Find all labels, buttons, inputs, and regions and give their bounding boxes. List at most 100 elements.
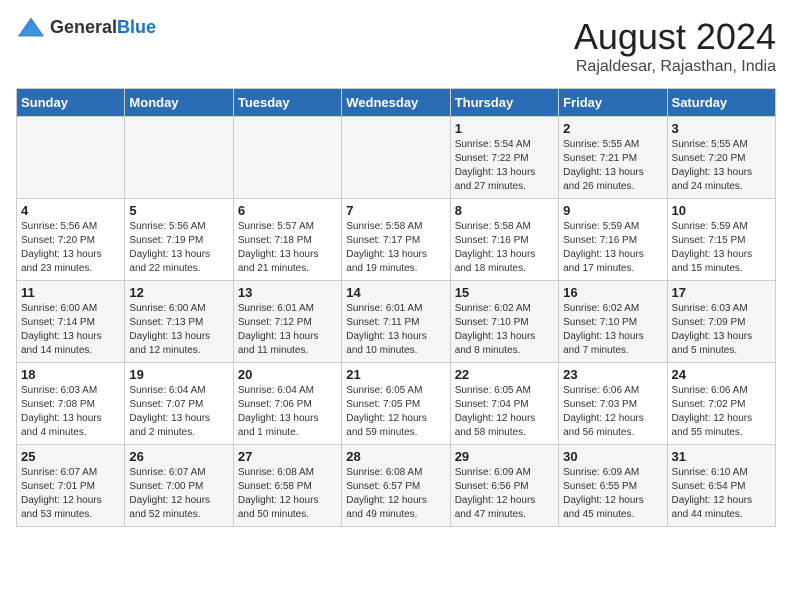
calendar-cell xyxy=(125,117,233,199)
weekday-header: Wednesday xyxy=(342,89,450,117)
day-number: 21 xyxy=(346,367,445,382)
day-number: 7 xyxy=(346,203,445,218)
month-year: August 2024 xyxy=(574,16,776,58)
day-number: 24 xyxy=(672,367,771,382)
day-number: 30 xyxy=(563,449,662,464)
day-number: 31 xyxy=(672,449,771,464)
day-number: 20 xyxy=(238,367,337,382)
day-info: Sunrise: 6:02 AM Sunset: 7:10 PM Dayligh… xyxy=(563,302,662,358)
day-number: 28 xyxy=(346,449,445,464)
day-number: 14 xyxy=(346,285,445,300)
calendar-cell xyxy=(233,117,341,199)
day-number: 16 xyxy=(563,285,662,300)
calendar-cell: 17 Sunrise: 6:03 AM Sunset: 7:09 PM Dayli… xyxy=(667,281,775,363)
day-number: 15 xyxy=(455,285,554,300)
day-info: Sunrise: 5:59 AM Sunset: 7:16 PM Dayligh… xyxy=(563,220,662,276)
day-info: Sunrise: 6:09 AM Sunset: 6:55 PM Dayligh… xyxy=(563,466,662,522)
day-number: 19 xyxy=(129,367,228,382)
logo-icon xyxy=(16,16,46,38)
calendar-cell: 12 Sunrise: 6:00 AM Sunset: 7:13 PM Dayli… xyxy=(125,281,233,363)
day-info: Sunrise: 5:54 AM Sunset: 7:22 PM Dayligh… xyxy=(455,138,554,194)
day-info: Sunrise: 6:01 AM Sunset: 7:11 PM Dayligh… xyxy=(346,302,445,358)
day-number: 29 xyxy=(455,449,554,464)
day-number: 12 xyxy=(129,285,228,300)
weekday-header: Friday xyxy=(559,89,667,117)
day-number: 26 xyxy=(129,449,228,464)
day-info: Sunrise: 6:08 AM Sunset: 6:58 PM Dayligh… xyxy=(238,466,337,522)
logo: GeneralBlue xyxy=(16,16,156,38)
logo-general: General xyxy=(50,17,117,37)
day-info: Sunrise: 6:03 AM Sunset: 7:09 PM Dayligh… xyxy=(672,302,771,358)
day-number: 6 xyxy=(238,203,337,218)
weekday-header: Monday xyxy=(125,89,233,117)
calendar-week-row: 4 Sunrise: 5:56 AM Sunset: 7:20 PM Daylig… xyxy=(17,199,776,281)
day-info: Sunrise: 5:57 AM Sunset: 7:18 PM Dayligh… xyxy=(238,220,337,276)
logo-blue: Blue xyxy=(117,17,156,37)
calendar-cell: 16 Sunrise: 6:02 AM Sunset: 7:10 PM Dayli… xyxy=(559,281,667,363)
day-number: 11 xyxy=(21,285,120,300)
calendar-cell: 27Sunrise: 6:08 AM Sunset: 6:58 PM Dayli… xyxy=(233,445,341,527)
calendar-cell: 29 Sunrise: 6:09 AM Sunset: 6:56 PM Dayli… xyxy=(450,445,558,527)
calendar-cell: 10 Sunrise: 5:59 AM Sunset: 7:15 PM Dayli… xyxy=(667,199,775,281)
calendar-cell: 2 Sunrise: 5:55 AM Sunset: 7:21 PM Daylig… xyxy=(559,117,667,199)
calendar-cell: 21 Sunrise: 6:05 AM Sunset: 7:05 PM Dayli… xyxy=(342,363,450,445)
calendar-cell: 11Sunrise: 6:00 AM Sunset: 7:14 PM Dayli… xyxy=(17,281,125,363)
day-info: Sunrise: 6:04 AM Sunset: 7:06 PM Dayligh… xyxy=(238,384,337,440)
day-number: 8 xyxy=(455,203,554,218)
day-info: Sunrise: 6:06 AM Sunset: 7:02 PM Dayligh… xyxy=(672,384,771,440)
weekday-header: Tuesday xyxy=(233,89,341,117)
day-number: 18 xyxy=(21,367,120,382)
calendar-cell: 19 Sunrise: 6:04 AM Sunset: 7:07 PM Dayli… xyxy=(125,363,233,445)
title-area: August 2024 Rajaldesar, Rajasthan, India xyxy=(574,16,776,76)
day-info: Sunrise: 5:56 AM Sunset: 7:20 PM Dayligh… xyxy=(21,220,120,276)
calendar-cell: 18 Sunrise: 6:03 AM Sunset: 7:08 PM Dayli… xyxy=(17,363,125,445)
day-number: 2 xyxy=(563,121,662,136)
day-info: Sunrise: 6:09 AM Sunset: 6:56 PM Dayligh… xyxy=(455,466,554,522)
day-info: Sunrise: 6:04 AM Sunset: 7:07 PM Dayligh… xyxy=(129,384,228,440)
day-info: Sunrise: 6:08 AM Sunset: 6:57 PM Dayligh… xyxy=(346,466,445,522)
day-number: 22 xyxy=(455,367,554,382)
day-info: Sunrise: 5:55 AM Sunset: 7:21 PM Dayligh… xyxy=(563,138,662,194)
day-number: 23 xyxy=(563,367,662,382)
day-number: 3 xyxy=(672,121,771,136)
calendar-cell: 5 Sunrise: 5:56 AM Sunset: 7:19 PM Daylig… xyxy=(125,199,233,281)
calendar-cell: 25 Sunrise: 6:07 AM Sunset: 7:01 PM Dayli… xyxy=(17,445,125,527)
calendar-week-row: 25 Sunrise: 6:07 AM Sunset: 7:01 PM Dayli… xyxy=(17,445,776,527)
day-info: Sunrise: 5:56 AM Sunset: 7:19 PM Dayligh… xyxy=(129,220,228,276)
calendar-cell: 9 Sunrise: 5:59 AM Sunset: 7:16 PM Daylig… xyxy=(559,199,667,281)
day-info: Sunrise: 6:03 AM Sunset: 7:08 PM Dayligh… xyxy=(21,384,120,440)
calendar-cell: 13 Sunrise: 6:01 AM Sunset: 7:12 PM Dayli… xyxy=(233,281,341,363)
day-info: Sunrise: 5:58 AM Sunset: 7:16 PM Dayligh… xyxy=(455,220,554,276)
weekday-header-row: SundayMondayTuesdayWednesdayThursdayFrid… xyxy=(17,89,776,117)
day-info: Sunrise: 6:01 AM Sunset: 7:12 PM Dayligh… xyxy=(238,302,337,358)
day-number: 25 xyxy=(21,449,120,464)
calendar-cell: 31Sunrise: 6:10 AM Sunset: 6:54 PM Dayli… xyxy=(667,445,775,527)
day-number: 13 xyxy=(238,285,337,300)
day-number: 9 xyxy=(563,203,662,218)
calendar-cell: 15 Sunrise: 6:02 AM Sunset: 7:10 PM Dayli… xyxy=(450,281,558,363)
day-number: 1 xyxy=(455,121,554,136)
day-info: Sunrise: 6:05 AM Sunset: 7:05 PM Dayligh… xyxy=(346,384,445,440)
day-number: 17 xyxy=(672,285,771,300)
calendar-cell: 20 Sunrise: 6:04 AM Sunset: 7:06 PM Dayli… xyxy=(233,363,341,445)
day-info: Sunrise: 6:05 AM Sunset: 7:04 PM Dayligh… xyxy=(455,384,554,440)
day-info: Sunrise: 6:02 AM Sunset: 7:10 PM Dayligh… xyxy=(455,302,554,358)
day-number: 5 xyxy=(129,203,228,218)
calendar-cell: 1 Sunrise: 5:54 AM Sunset: 7:22 PM Daylig… xyxy=(450,117,558,199)
calendar-cell: 30 Sunrise: 6:09 AM Sunset: 6:55 PM Dayli… xyxy=(559,445,667,527)
day-info: Sunrise: 6:07 AM Sunset: 7:00 PM Dayligh… xyxy=(129,466,228,522)
day-info: Sunrise: 6:07 AM Sunset: 7:01 PM Dayligh… xyxy=(21,466,120,522)
day-number: 4 xyxy=(21,203,120,218)
day-info: Sunrise: 5:59 AM Sunset: 7:15 PM Dayligh… xyxy=(672,220,771,276)
calendar-cell: 28 Sunrise: 6:08 AM Sunset: 6:57 PM Dayli… xyxy=(342,445,450,527)
calendar-cell: 22 Sunrise: 6:05 AM Sunset: 7:04 PM Dayli… xyxy=(450,363,558,445)
calendar-cell: 14 Sunrise: 6:01 AM Sunset: 7:11 PM Dayli… xyxy=(342,281,450,363)
calendar-cell xyxy=(17,117,125,199)
day-info: Sunrise: 6:00 AM Sunset: 7:13 PM Dayligh… xyxy=(129,302,228,358)
calendar-cell: 23Sunrise: 6:06 AM Sunset: 7:03 PM Dayli… xyxy=(559,363,667,445)
weekday-header: Sunday xyxy=(17,89,125,117)
day-number: 10 xyxy=(672,203,771,218)
calendar-week-row: 11Sunrise: 6:00 AM Sunset: 7:14 PM Dayli… xyxy=(17,281,776,363)
calendar-cell: 6 Sunrise: 5:57 AM Sunset: 7:18 PM Daylig… xyxy=(233,199,341,281)
calendar-cell: 26 Sunrise: 6:07 AM Sunset: 7:00 PM Dayli… xyxy=(125,445,233,527)
